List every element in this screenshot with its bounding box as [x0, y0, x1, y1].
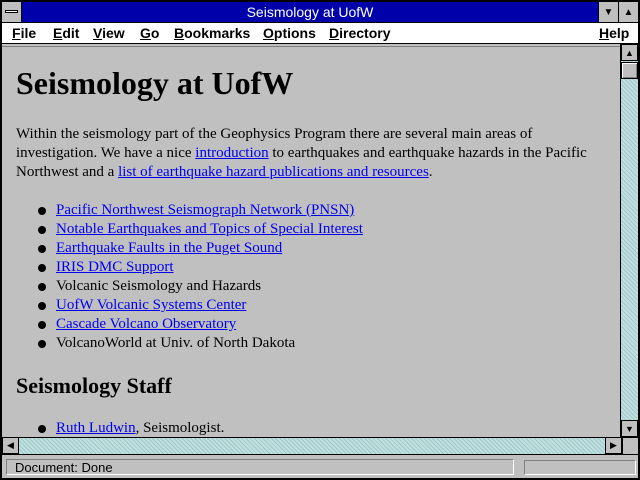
- browser-window: Seismology at UofW ▼ ▲ File Edit View Go…: [0, 0, 640, 480]
- introduction-link[interactable]: introduction: [195, 145, 268, 161]
- list-item: Ruth Ludwin, Seismologist.: [16, 419, 224, 437]
- scroll-left-button[interactable]: ◀: [2, 437, 19, 454]
- left-arrow-icon: ◀: [7, 440, 14, 450]
- status-text: Document: Done: [6, 459, 514, 475]
- staff-list: Ruth Ludwin, Seismologist.: [16, 419, 224, 437]
- list-item: Volcanic Seismology and Hazards: [16, 277, 363, 296]
- bullet-icon: [38, 321, 46, 329]
- bullet-icon: [38, 226, 46, 234]
- topic-text: Volcanic Seismology and Hazards: [56, 278, 262, 294]
- bullet-icon: [38, 425, 46, 433]
- down-triangle-icon: ▼: [603, 6, 614, 18]
- bullet-icon: [38, 264, 46, 272]
- list-item: Pacific Northwest Seismograph Network (P…: [16, 201, 363, 220]
- minimize-button[interactable]: ▼: [598, 2, 618, 22]
- list-item: Notable Earthquakes and Topics of Specia…: [16, 220, 363, 239]
- title-bar[interactable]: Seismology at UofW ▼ ▲: [2, 2, 638, 23]
- bullet-icon: [38, 207, 46, 215]
- vertical-scroll-thumb[interactable]: [621, 62, 638, 79]
- menu-bookmarks[interactable]: Bookmarks: [174, 25, 250, 41]
- menu-options[interactable]: Options: [263, 25, 316, 41]
- up-arrow-icon: ▲: [625, 47, 634, 58]
- page-content[interactable]: Seismology at UofW Within the seismology…: [2, 46, 620, 437]
- scrollbar-corner: [622, 437, 638, 454]
- topic-text: VolcanoWorld at Univ. of North Dakota: [56, 335, 296, 351]
- right-arrow-icon: ▶: [610, 440, 617, 450]
- topic-link[interactable]: Notable Earthquakes and Topics of Specia…: [56, 221, 363, 237]
- intro-text-3: .: [428, 164, 433, 180]
- staff-role: , Seismologist.: [135, 420, 225, 436]
- up-triangle-icon: ▲: [623, 6, 634, 18]
- status-bar: Document: Done: [2, 454, 638, 478]
- topic-link[interactable]: UofW Volcanic Systems Center: [56, 297, 246, 313]
- staff-link[interactable]: Ruth Ludwin: [56, 420, 136, 436]
- menu-directory[interactable]: Directory: [329, 25, 390, 41]
- horizontal-scrollbar[interactable]: ◀ ▶: [2, 437, 622, 454]
- vertical-scrollbar[interactable]: ▲ ▼: [620, 44, 638, 437]
- bullet-icon: [38, 302, 46, 310]
- list-item: IRIS DMC Support: [16, 258, 363, 277]
- maximize-button[interactable]: ▲: [618, 2, 638, 22]
- system-menu-icon: [5, 10, 18, 13]
- topic-link[interactable]: Cascade Volcano Observatory: [56, 316, 236, 332]
- down-arrow-icon: ▼: [625, 423, 634, 434]
- bullet-icon: [38, 340, 46, 348]
- scroll-up-button[interactable]: ▲: [621, 44, 638, 61]
- staff-heading: Seismology Staff: [16, 373, 172, 398]
- topic-link[interactable]: Earthquake Faults in the Puget Sound: [56, 240, 282, 256]
- progress-indicator: [524, 460, 636, 475]
- window-title: Seismology at UofW: [246, 4, 374, 20]
- menu-help[interactable]: Help: [599, 25, 629, 41]
- intro-paragraph: Within the seismology part of the Geophy…: [16, 125, 616, 182]
- topic-link[interactable]: IRIS DMC Support: [56, 259, 174, 275]
- system-menu-button[interactable]: [2, 2, 22, 22]
- list-item: Cascade Volcano Observatory: [16, 315, 363, 334]
- scroll-down-button[interactable]: ▼: [621, 420, 638, 437]
- bullet-icon: [38, 245, 46, 253]
- scroll-right-button[interactable]: ▶: [605, 437, 622, 454]
- list-item: VolcanoWorld at Univ. of North Dakota: [16, 334, 363, 353]
- publications-link[interactable]: list of earthquake hazard publications a…: [118, 164, 429, 180]
- menu-go[interactable]: Go: [140, 25, 159, 41]
- menu-view[interactable]: View: [93, 25, 125, 41]
- menu-bar: File Edit View Go Bookmarks Options Dire…: [2, 23, 638, 44]
- list-item: Earthquake Faults in the Puget Sound: [16, 239, 363, 258]
- page-heading: Seismology at UofW: [16, 65, 294, 101]
- menu-file[interactable]: File: [12, 25, 36, 41]
- menu-edit[interactable]: Edit: [53, 25, 79, 41]
- topic-link[interactable]: Pacific Northwest Seismograph Network (P…: [56, 202, 354, 218]
- topics-list: Pacific Northwest Seismograph Network (P…: [16, 201, 363, 353]
- bullet-icon: [38, 283, 46, 291]
- list-item: UofW Volcanic Systems Center: [16, 296, 363, 315]
